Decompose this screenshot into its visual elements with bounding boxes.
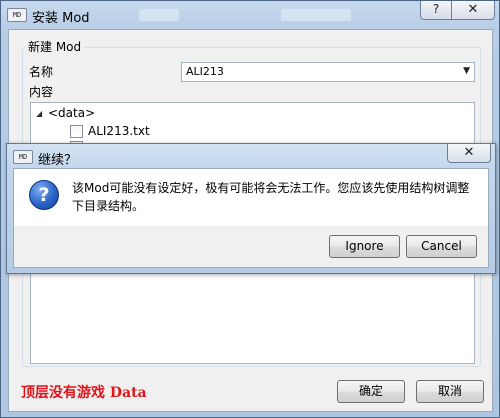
window-title: 安装 Mod (32, 11, 90, 26)
help-button[interactable]: ? (420, 1, 452, 20)
status-warning-text: 顶层没有游戏 Data (21, 385, 147, 401)
dialog-title: 继续？ (38, 153, 78, 168)
blurred-background-text (139, 9, 179, 21)
blurred-background-text (281, 9, 351, 21)
close-button[interactable]: ✕ (451, 1, 495, 20)
name-combobox[interactable]: ALI213 ▼ (181, 62, 475, 82)
dialog-close-button[interactable]: ✕ (447, 144, 491, 163)
caption-buttons: ? ✕ (420, 1, 495, 21)
dialog-body: ? 该Mod可能没有设定好，极有可能将会无法工作。您应该先使用结构树调整下目录结… (13, 168, 489, 268)
continue-dialog: MD 继续？ ✕ ? 该Mod可能没有设定好，极有可能将会无法工作。您应该先使用… (6, 143, 496, 274)
tree-item[interactable]: ALI213.txt (70, 124, 150, 138)
tree-collapse-icon[interactable]: ◢ (36, 109, 48, 118)
mod-organizer-icon: MD (13, 150, 33, 164)
cancel-button[interactable]: 取消 (416, 380, 484, 403)
content-label: 内容 (29, 85, 54, 99)
group-title: 新建 Mod (25, 38, 85, 55)
name-value: ALI213 (186, 65, 224, 78)
name-label: 名称 (29, 65, 54, 79)
question-icon: ? (29, 180, 59, 210)
tree-root-label: <data> (48, 106, 96, 120)
chevron-down-icon[interactable]: ▼ (463, 66, 470, 76)
ok-button[interactable]: 确定 (337, 380, 405, 403)
dialog-cancel-button[interactable]: Cancel (406, 235, 477, 258)
ignore-button[interactable]: Ignore (329, 235, 400, 258)
tree-item-label: ALI213.txt (88, 124, 150, 138)
mod-organizer-icon: MD (7, 8, 27, 22)
item-checkbox[interactable] (70, 124, 83, 138)
title-bar[interactable]: MD 安装 Mod ? ✕ (1, 1, 499, 29)
dialog-message: 该Mod可能没有设定好，极有可能将会无法工作。您应该先使用结构树调整下目录结构。 (72, 181, 470, 213)
tree-root-node[interactable]: ◢ <data> (36, 106, 95, 120)
dialog-message-area: ? 该Mod可能没有设定好，极有可能将会无法工作。您应该先使用结构树调整下目录结… (14, 169, 488, 226)
